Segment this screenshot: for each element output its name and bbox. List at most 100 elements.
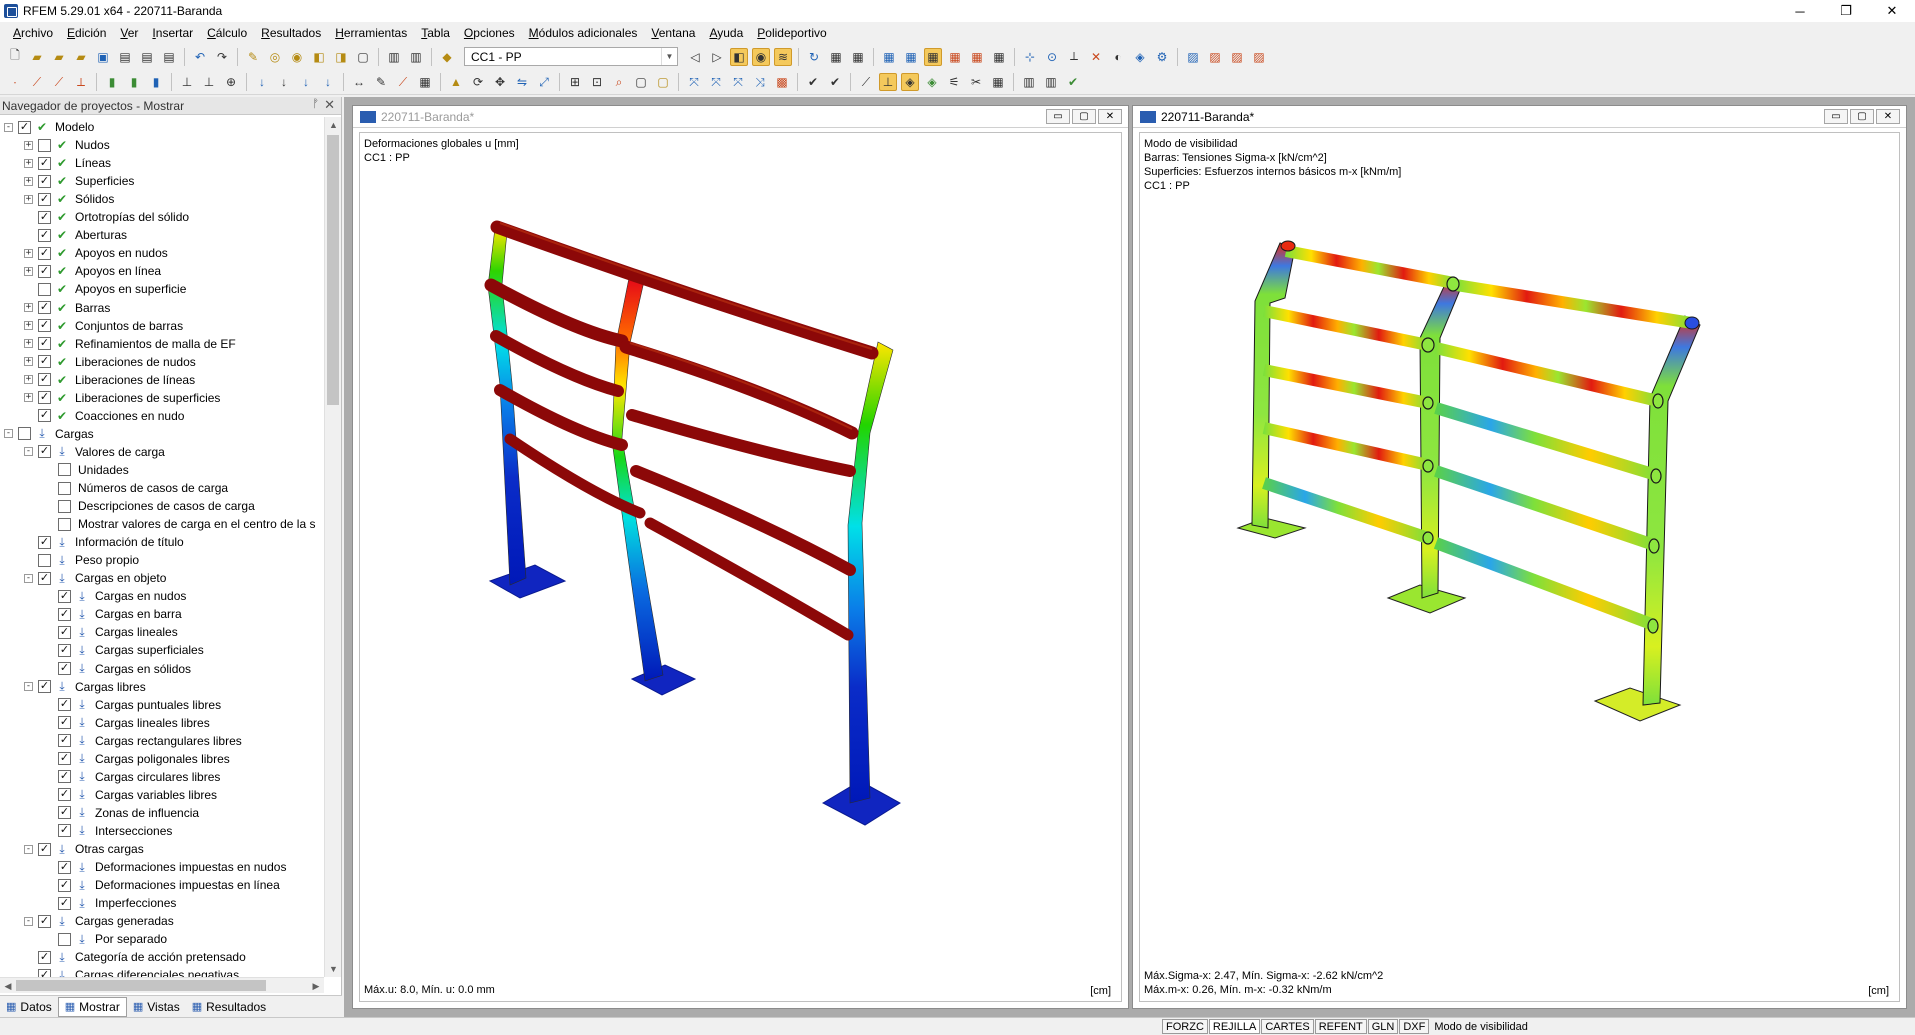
tree-checkbox[interactable] bbox=[38, 553, 51, 567]
tree-item[interactable]: ✓ ⤓ Cargas en sólidos bbox=[44, 660, 191, 678]
expand-icon[interactable]: + bbox=[24, 303, 33, 312]
scroll-left-icon[interactable]: ◀ bbox=[0, 978, 16, 994]
tree-item[interactable]: ✓ ⤓ Información de título bbox=[24, 533, 184, 551]
settings-icon[interactable]: ⚙ bbox=[1153, 48, 1171, 66]
status-cartes-button[interactable]: CARTES bbox=[1261, 1019, 1314, 1034]
menu-modulos-adicionales[interactable]: Módulos adicionales bbox=[522, 26, 645, 40]
new-line-support-icon[interactable]: ⊥ bbox=[200, 73, 218, 91]
expand-icon[interactable]: + bbox=[24, 339, 33, 349]
tree-item[interactable]: ✓ ⤓ Intersecciones bbox=[44, 822, 172, 840]
tree-checkbox[interactable]: ✓ bbox=[58, 662, 71, 675]
expand-icon[interactable]: + bbox=[24, 375, 33, 385]
tree-checkbox[interactable]: ✓ bbox=[38, 680, 51, 694]
tree-checkbox[interactable]: ✓ bbox=[58, 698, 71, 712]
tree-item[interactable]: ✓ ⤓ Cargas lineales libres bbox=[44, 714, 210, 732]
tree-item[interactable]: ✓ ⤓ Imperfecciones bbox=[44, 894, 176, 912]
collapse-icon[interactable]: - bbox=[24, 573, 33, 583]
delete-icon[interactable]: ✕ bbox=[1087, 48, 1105, 66]
sections-icon[interactable]: ⟋ bbox=[857, 73, 875, 91]
tree-item[interactable]: ✓ ⤓ Cargas en barra bbox=[44, 605, 182, 623]
move-icon[interactable]: ✥ bbox=[491, 73, 509, 91]
select-window-icon[interactable]: ▦ bbox=[902, 48, 920, 66]
tree-checkbox[interactable] bbox=[58, 499, 71, 513]
new-opening-icon[interactable]: ▮ bbox=[147, 73, 165, 91]
menu-ventana[interactable]: Ventana bbox=[644, 26, 702, 40]
tree-checkbox[interactable] bbox=[38, 282, 51, 296]
navigator-icon[interactable]: ▥ bbox=[407, 48, 425, 66]
restore-button[interactable]: ❐ bbox=[1823, 0, 1869, 22]
grid-icon[interactable]: ▦ bbox=[416, 73, 434, 91]
menu-resultados[interactable]: Resultados bbox=[254, 26, 328, 40]
redo-icon[interactable]: ↷ bbox=[213, 48, 231, 66]
status-forzc-button[interactable]: FORZC bbox=[1162, 1019, 1208, 1034]
check-icon[interactable]: ✔ bbox=[1064, 73, 1082, 91]
member-icon[interactable]: ▲ bbox=[447, 73, 465, 91]
undo-icon[interactable]: ↶ bbox=[191, 48, 209, 66]
expand-icon[interactable]: + bbox=[24, 158, 33, 168]
tree-checkbox[interactable]: ✓ bbox=[38, 192, 51, 206]
tree-item[interactable]: ⤓ Por separado bbox=[44, 930, 167, 948]
view-y-icon[interactable]: ⤧ bbox=[707, 73, 725, 91]
tree-checkbox[interactable] bbox=[58, 517, 71, 531]
collapse-icon[interactable]: - bbox=[24, 844, 33, 854]
tree-checkbox[interactable]: ✓ bbox=[58, 806, 71, 820]
select-crossing-icon[interactable]: ▦ bbox=[924, 47, 942, 66]
tree-item[interactable]: - ✓ ⤓ Cargas generadas bbox=[24, 912, 174, 930]
view-window-stresses[interactable]: 220711-Baranda* ▭ ▢ ✕ Modo de visibilida… bbox=[1132, 105, 1907, 1009]
tab-resultados[interactable]: ▦ Resultados bbox=[186, 997, 272, 1017]
navigator-vertical-scrollbar[interactable]: ▲ ▼ bbox=[324, 117, 341, 977]
rotate-icon[interactable]: ⟳ bbox=[469, 73, 487, 91]
tree-checkbox[interactable] bbox=[58, 463, 71, 477]
mirror-icon[interactable]: ⇋ bbox=[513, 73, 531, 91]
transparent-icon[interactable]: ◈ bbox=[923, 73, 941, 91]
tree-item[interactable]: + ✓ ✔ Conjuntos de barras bbox=[24, 317, 183, 335]
tables-icon[interactable]: ▥ bbox=[385, 48, 403, 66]
tree-checkbox[interactable]: ✓ bbox=[58, 896, 71, 910]
tree-item[interactable]: ✓ ⤓ Cargas circulares libres bbox=[44, 768, 220, 786]
tree-item[interactable]: ⤓ Peso propio bbox=[24, 551, 139, 569]
status-refent-button[interactable]: REFENT bbox=[1314, 1019, 1367, 1034]
view-close-button[interactable]: ✕ bbox=[1876, 109, 1900, 124]
tree-checkbox[interactable]: ✓ bbox=[58, 878, 71, 892]
expand-icon[interactable]: + bbox=[24, 248, 33, 258]
graphics-canvas[interactable]: Modo de visibilidad Barras: Tensiones Si… bbox=[1139, 132, 1900, 1002]
tree-checkbox[interactable]: ✓ bbox=[18, 120, 31, 134]
collapse-icon[interactable]: - bbox=[4, 429, 13, 439]
comment-icon[interactable]: ✎ bbox=[372, 73, 390, 91]
tree-item[interactable]: + ✓ ✔ Liberaciones de nudos bbox=[24, 353, 196, 371]
menu-edicion[interactable]: Edición bbox=[60, 26, 113, 40]
graphics-canvas[interactable]: Deformaciones globales u [mm] CC1 : PP M… bbox=[359, 132, 1122, 1002]
tree-item[interactable]: ✓ ✔ Aberturas bbox=[24, 226, 127, 244]
view-box-icon[interactable]: ▢ bbox=[632, 73, 650, 91]
new-support-icon[interactable]: ⊥ bbox=[178, 73, 196, 91]
tree-checkbox[interactable]: ✓ bbox=[58, 860, 71, 874]
tree-checkbox[interactable]: ✓ bbox=[38, 319, 51, 333]
tree-item[interactable]: + ✓ ✔ Líneas bbox=[24, 154, 111, 172]
new-line-icon[interactable]: ⟋ bbox=[28, 73, 46, 91]
menu-herramientas[interactable]: Herramientas bbox=[328, 26, 414, 40]
new-polyline-icon[interactable]: ⟋ bbox=[50, 73, 68, 91]
status-gln-button[interactable]: GLN bbox=[1367, 1019, 1399, 1034]
guide-line-icon[interactable]: ⟋ bbox=[394, 73, 412, 91]
calculate-icon[interactable]: ◎ bbox=[266, 48, 284, 66]
deformation-model-graphic[interactable] bbox=[360, 133, 1123, 1003]
tab-datos[interactable]: ▦ Datos bbox=[0, 997, 58, 1017]
results-icon[interactable]: ◉ bbox=[288, 48, 306, 66]
scroll-right-icon[interactable]: ▶ bbox=[308, 978, 324, 994]
tree-item[interactable]: Mostrar valores de carga en el centro de… bbox=[44, 515, 315, 533]
tree-item[interactable]: + ✓ ✔ Sólidos bbox=[24, 190, 114, 208]
render-icon[interactable]: ◐ bbox=[1109, 48, 1127, 66]
visibility-icon[interactable]: ✔ bbox=[804, 73, 822, 91]
new-file-icon[interactable]: 🗋 bbox=[6, 48, 24, 66]
tree-checkbox[interactable]: ✓ bbox=[38, 445, 51, 459]
tree-checkbox[interactable] bbox=[58, 932, 71, 946]
animation-icon[interactable]: ↻ bbox=[805, 48, 823, 66]
tree-item[interactable]: ✓ ⤓ Cargas lineales bbox=[44, 623, 178, 641]
tree-checkbox[interactable]: ✓ bbox=[38, 950, 51, 964]
tree-checkbox[interactable]: ✓ bbox=[38, 156, 51, 170]
collapse-icon[interactable]: - bbox=[24, 682, 33, 692]
previous-case-icon[interactable]: ◁ bbox=[686, 48, 704, 66]
tree-item[interactable]: Números de casos de carga bbox=[44, 479, 228, 497]
expand-icon[interactable]: + bbox=[24, 321, 33, 331]
zoom-window-icon[interactable]: ⊡ bbox=[588, 73, 606, 91]
